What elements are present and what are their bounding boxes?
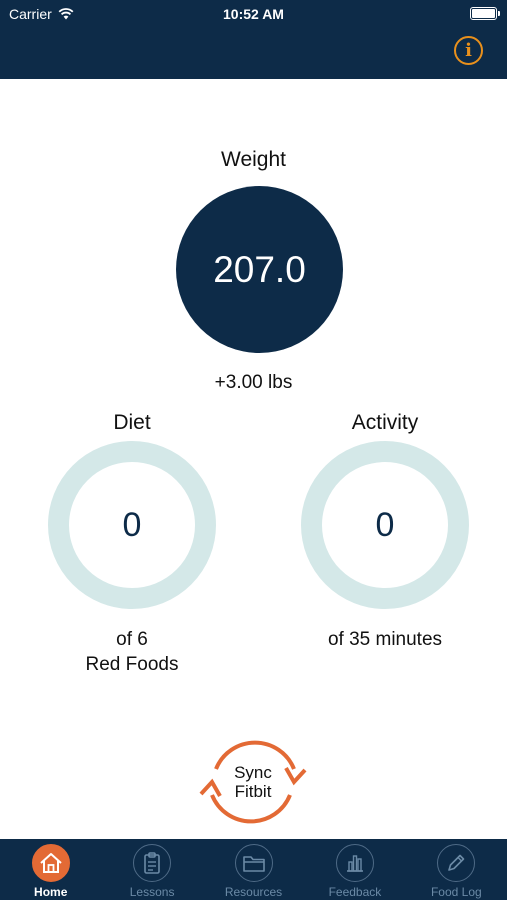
tab-food-log[interactable]: Food Log xyxy=(406,839,507,900)
tab-home[interactable]: Home xyxy=(0,839,101,900)
tab-home-label: Home xyxy=(34,885,68,899)
diet-title: Diet xyxy=(113,411,151,434)
clipboard-icon xyxy=(133,844,172,882)
diet-subtitle: of 6 Red Foods xyxy=(22,627,242,677)
status-bar: Carrier 10:52 AM xyxy=(0,0,507,30)
diet-subtitle-line1: of 6 xyxy=(116,629,148,650)
activity-subtitle: of 35 minutes xyxy=(327,629,443,650)
tab-lessons-label: Lessons xyxy=(129,885,175,899)
home-icon xyxy=(31,844,70,882)
weight-change: +3.00 lbs xyxy=(214,372,293,393)
clock: 10:52 AM xyxy=(223,6,284,22)
info-icon[interactable]: i xyxy=(454,36,483,65)
tab-resources-label: Resources xyxy=(224,885,283,899)
folder-icon xyxy=(234,844,273,882)
sync-label-line2: Fitbit xyxy=(234,782,272,801)
diet-ring[interactable]: 0 xyxy=(48,441,216,609)
tab-feedback[interactable]: Feedback xyxy=(304,839,405,900)
weight-circle[interactable]: 207.0 xyxy=(176,186,343,353)
weight-title: Weight xyxy=(221,148,286,171)
tab-lessons[interactable]: Lessons xyxy=(101,839,202,900)
sync-label-line1: Sync xyxy=(234,763,272,782)
tab-feedback-label: Feedback xyxy=(328,885,382,899)
tab-food-log-label: Food Log xyxy=(430,885,482,899)
tab-resources[interactable]: Resources xyxy=(203,839,304,900)
pencil-icon xyxy=(437,844,476,882)
activity-ring[interactable]: 0 xyxy=(301,441,469,609)
app-header: Carrier 10:52 AM i xyxy=(0,0,507,79)
diet-subtitle-line2: Red Foods xyxy=(85,654,179,675)
tab-bar: Home Lessons Resources Feedback Food Log xyxy=(0,839,507,900)
sync-fitbit-button[interactable]: Sync Fitbit xyxy=(191,734,315,830)
weight-value: 207.0 xyxy=(213,248,306,290)
battery-icon xyxy=(470,7,500,20)
diet-value: 0 xyxy=(122,505,142,544)
sync-label: Sync Fitbit xyxy=(191,763,315,801)
activity-value: 0 xyxy=(375,505,395,544)
bar-chart-icon xyxy=(335,844,374,882)
activity-title: Activity xyxy=(351,411,419,434)
